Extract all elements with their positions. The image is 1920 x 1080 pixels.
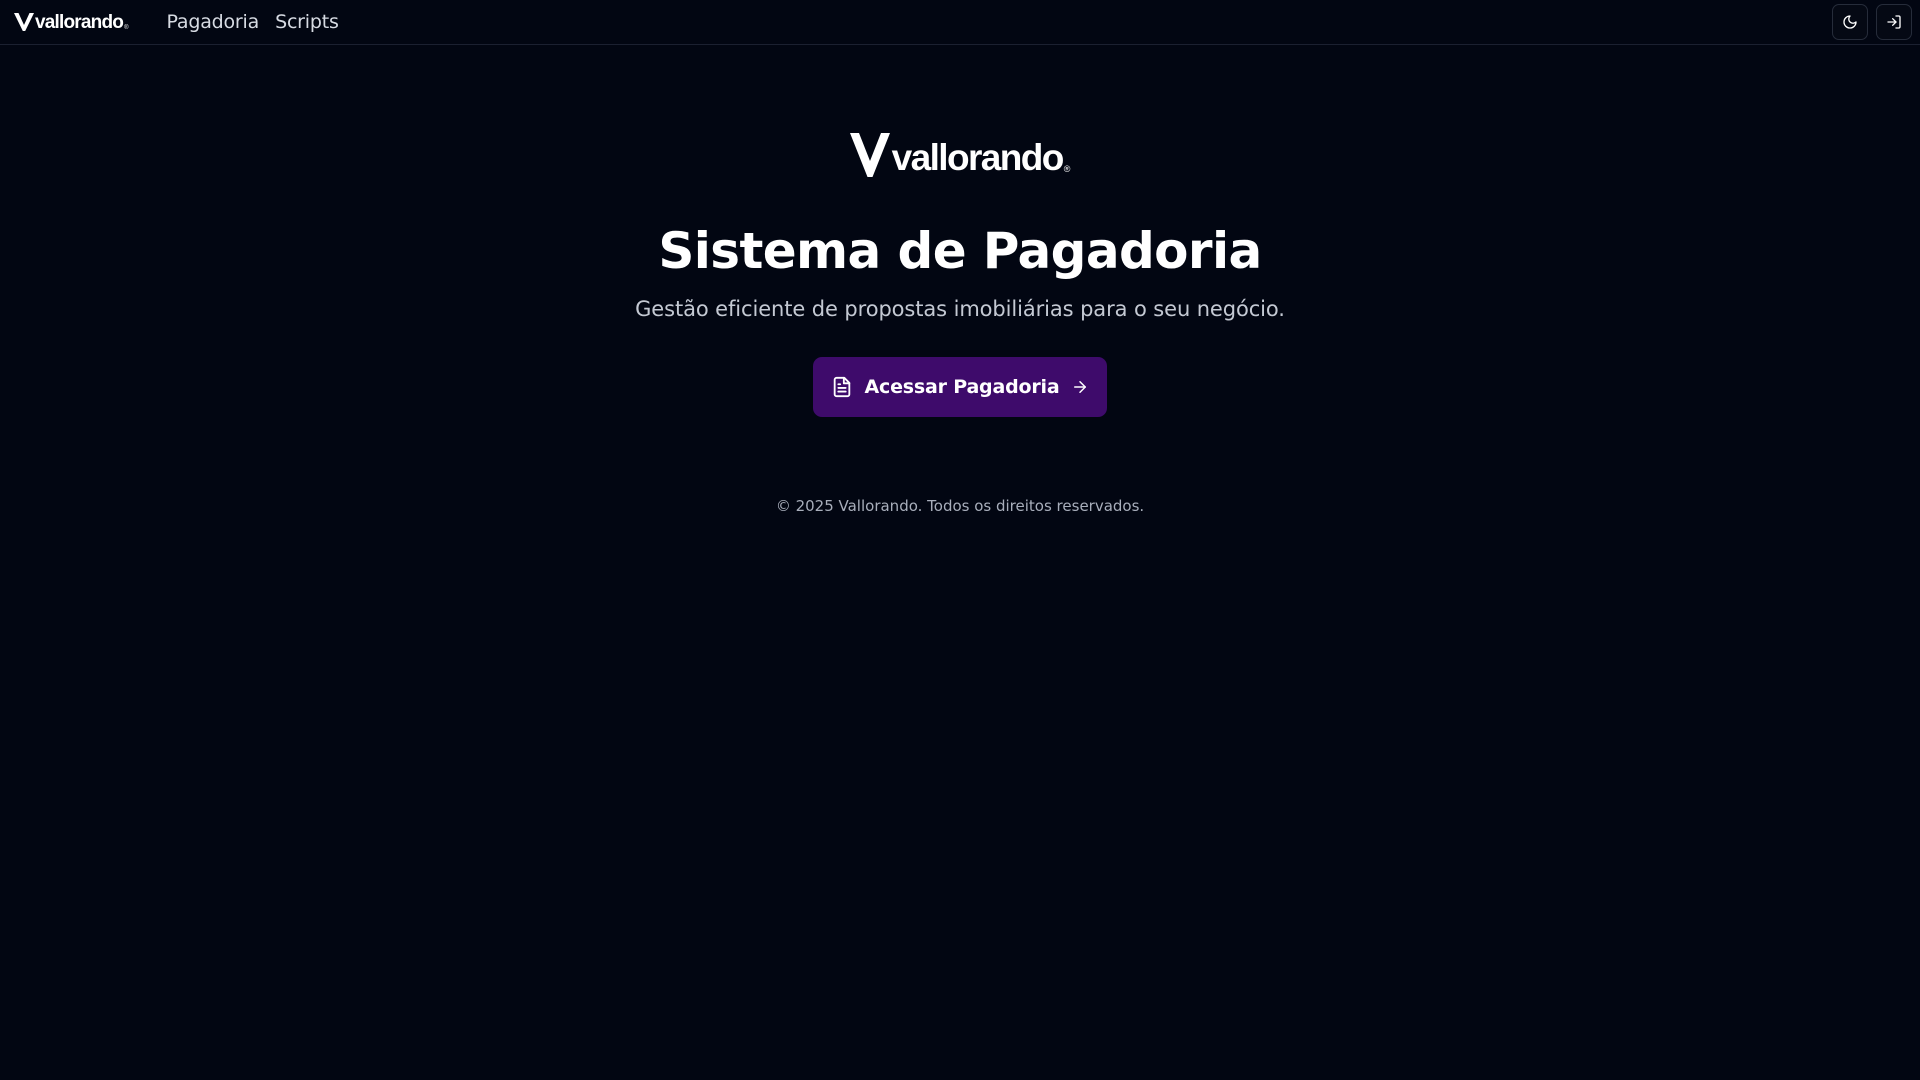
registered-mark: ® <box>1063 164 1071 174</box>
page-title: Sistema de Pagadoria <box>658 222 1262 280</box>
hero-brand-logo: vallorando ® <box>849 132 1071 178</box>
vallorando-v-icon <box>849 133 890 177</box>
hero-brand-wordmark: vallorando <box>891 136 1065 178</box>
access-pagadoria-button[interactable]: Acessar Pagadoria <box>813 357 1107 417</box>
copyright-text: © 2025 Vallorando. Todos os direitos res… <box>775 497 1145 515</box>
cta-label: Acessar Pagadoria <box>864 376 1060 398</box>
hero-section: vallorando ® Sistema de Pagadoria Gestão… <box>0 0 1920 515</box>
arrow-right-icon <box>1074 381 1087 393</box>
file-text-icon <box>833 376 850 398</box>
page-subtitle: Gestão eficiente de propostas imobiliári… <box>635 297 1285 321</box>
